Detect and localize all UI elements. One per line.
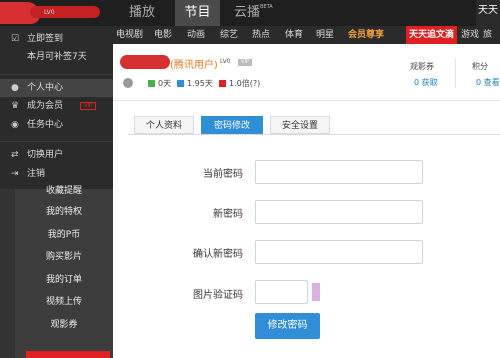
tab-programs[interactable]: 节目 bbox=[175, 0, 220, 26]
nav-games[interactable]: 游戏 bbox=[461, 26, 479, 44]
sidebar-item-orders[interactable]: 我的订单 bbox=[15, 269, 113, 291]
stat-multiplier: 1.0倍(?) bbox=[219, 78, 260, 89]
menu-divider bbox=[0, 141, 113, 142]
current-password-label: 当前密码 bbox=[203, 169, 243, 180]
menu-become-vip[interactable]: ♛ 成为会员 VIP bbox=[0, 97, 113, 115]
menu-sign-in[interactable]: ☑ 立即签到 bbox=[0, 30, 113, 48]
level-badge: LV0 bbox=[220, 58, 231, 65]
avatar[interactable] bbox=[123, 78, 133, 88]
category-nav: 电视剧 电影 动画 综艺 热点 体育 明星 会员尊享 天天追文滴 游戏 旅游 bbox=[113, 26, 500, 58]
nav-animation[interactable]: 动画 bbox=[187, 26, 205, 44]
username: (腾讯用户) bbox=[170, 60, 218, 71]
menu-personal-center[interactable]: ● 个人中心 bbox=[0, 79, 113, 97]
nav-stars[interactable]: 明星 bbox=[316, 26, 334, 44]
nav-tv[interactable]: 电视剧 bbox=[116, 26, 143, 44]
divider bbox=[113, 100, 500, 101]
points-view-link[interactable]: 0 查看 bbox=[476, 77, 500, 88]
confirm-password-input[interactable] bbox=[255, 240, 423, 264]
tab-profile[interactable]: 个人资料 bbox=[134, 116, 194, 134]
captcha-image[interactable] bbox=[312, 283, 320, 301]
stat-days: 0天 bbox=[148, 78, 171, 89]
tab-password[interactable]: 密码修改 bbox=[201, 116, 263, 134]
speed-icon bbox=[219, 80, 226, 87]
top-bar: LV0 播放 节目 云播 BETA 天天 bbox=[0, 0, 500, 26]
menu-sign-note: 本月可补签7天 bbox=[27, 52, 87, 62]
tab-security[interactable]: 安全设置 bbox=[270, 116, 330, 134]
points-label: 积分 bbox=[472, 62, 488, 71]
nav-movie[interactable]: 电影 bbox=[154, 26, 172, 44]
sidebar-item-favorites[interactable]: 收藏提醒 bbox=[15, 180, 113, 202]
confirm-password-label: 确认新密码 bbox=[193, 249, 243, 260]
nav-sports[interactable]: 体育 bbox=[285, 26, 303, 44]
tab-divider bbox=[128, 134, 500, 135]
captcha-input[interactable] bbox=[255, 280, 308, 304]
nav-travel[interactable]: 旅游 bbox=[483, 26, 500, 58]
captcha-label: 图片验证码 bbox=[193, 290, 243, 301]
user-icon: ● bbox=[11, 83, 19, 93]
divider bbox=[455, 58, 456, 88]
menu-divider bbox=[0, 74, 113, 75]
sidebar-item-privileges[interactable]: 我的特权 bbox=[15, 201, 113, 223]
sidebar-item-pcoins[interactable]: 我的P币 bbox=[15, 224, 113, 246]
menu-switch-user[interactable]: ⇄ 切换用户 bbox=[0, 146, 113, 164]
username-redacted bbox=[120, 55, 170, 69]
change-password-button[interactable]: 修改密码 bbox=[255, 313, 320, 339]
clock-icon bbox=[177, 80, 184, 87]
header-right-link[interactable]: 天天 bbox=[476, 0, 500, 26]
checkin-icon: ☑ bbox=[11, 34, 20, 44]
location-pin-icon: ◉ bbox=[11, 120, 19, 130]
level-badge: LV0 bbox=[44, 9, 55, 16]
stat-duration: 1.95天 bbox=[177, 78, 213, 89]
voucher-label: 观影券 bbox=[410, 62, 434, 71]
sidebar-item-buy[interactable]: 购买影片 bbox=[15, 246, 113, 268]
nav-hot[interactable]: 热点 bbox=[252, 26, 270, 44]
vip-badge: VIP bbox=[80, 102, 96, 110]
current-password-input[interactable] bbox=[255, 160, 423, 184]
menu-task-center[interactable]: ◉ 任务中心 bbox=[0, 116, 113, 134]
voucher-get-link[interactable]: 0 获取 bbox=[414, 77, 438, 88]
sidebar-item-upload[interactable]: 视频上传 bbox=[15, 291, 113, 313]
nav-promo[interactable]: 天天追文滴 bbox=[406, 26, 458, 44]
username-redacted bbox=[30, 6, 100, 18]
user-dropdown-menu: ☑ 立即签到 本月可补签7天 ● 个人中心 ♛ 成为会员 VIP ◉ 任务中心 … bbox=[0, 26, 113, 189]
beta-badge: BETA bbox=[260, 4, 273, 10]
tab-cloud[interactable]: 云播 bbox=[232, 0, 262, 26]
new-password-label: 新密码 bbox=[213, 209, 243, 220]
tab-play[interactable]: 播放 bbox=[125, 0, 159, 26]
new-password-input[interactable] bbox=[255, 200, 423, 224]
logout-icon: ⇥ bbox=[11, 169, 19, 179]
switch-icon: ⇄ bbox=[11, 150, 19, 160]
vip-badge: VIP bbox=[238, 59, 252, 66]
sidebar-red-button[interactable] bbox=[26, 351, 110, 358]
sidebar-item-vouchers[interactable]: 观影券 bbox=[15, 314, 113, 336]
calendar-icon bbox=[148, 80, 155, 87]
nav-vip-exclusive[interactable]: 会员尊享 bbox=[348, 26, 384, 44]
nav-variety[interactable]: 综艺 bbox=[220, 26, 238, 44]
crown-icon: ♛ bbox=[11, 101, 20, 111]
